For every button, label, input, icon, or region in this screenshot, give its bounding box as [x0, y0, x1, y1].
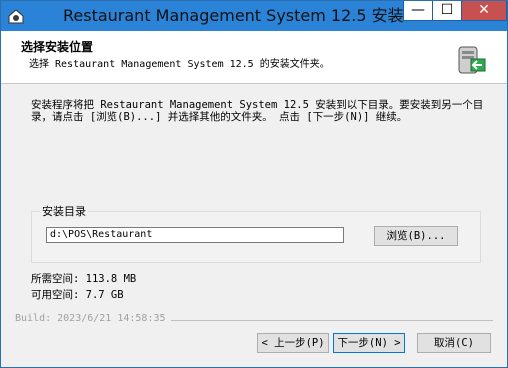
page-subtitle: 选择 Restaurant Management System 12.5 的安装… [29, 59, 330, 70]
title-bar: Restaurant Management System 12.5 安装 — ☐… [1, 1, 507, 31]
installer-computer-icon [458, 46, 486, 74]
install-directory-input[interactable]: d:\POS\Restaurant [46, 227, 344, 243]
build-info: Build: 2023/6/21 14:58:35 [15, 313, 166, 324]
browse-button[interactable]: 浏览(B)... [374, 226, 458, 246]
app-icon [8, 9, 24, 24]
install-directory-label: 安装目录 [40, 203, 88, 219]
space-required: 所需空间: 113.8 MB [31, 273, 137, 285]
page-header: 选择安装位置 选择 Restaurant Management System 1… [1, 31, 507, 84]
installer-window: Restaurant Management System 12.5 安装 — ☐… [0, 0, 508, 368]
cancel-button[interactable]: 取消(C) [417, 333, 491, 353]
next-button[interactable]: 下一步(N) > [333, 333, 405, 353]
space-available: 可用空间: 7.7 GB [31, 289, 124, 301]
back-button[interactable]: < 上一步(P) [257, 333, 329, 353]
install-directory-group: 安装目录 d:\POS\Restaurant 浏览(B)... [31, 203, 481, 263]
minimize-button[interactable]: — [403, 1, 433, 21]
page-title: 选择安装位置 [21, 40, 94, 54]
maximize-button[interactable]: ☐ [432, 1, 462, 21]
instructions-text: 安装程序将把 Restaurant Management System 12.5… [31, 99, 484, 123]
window-title: Restaurant Management System 12.5 安装 [63, 6, 404, 25]
footer-separator [171, 320, 493, 321]
close-button[interactable]: ✕ [461, 1, 507, 21]
